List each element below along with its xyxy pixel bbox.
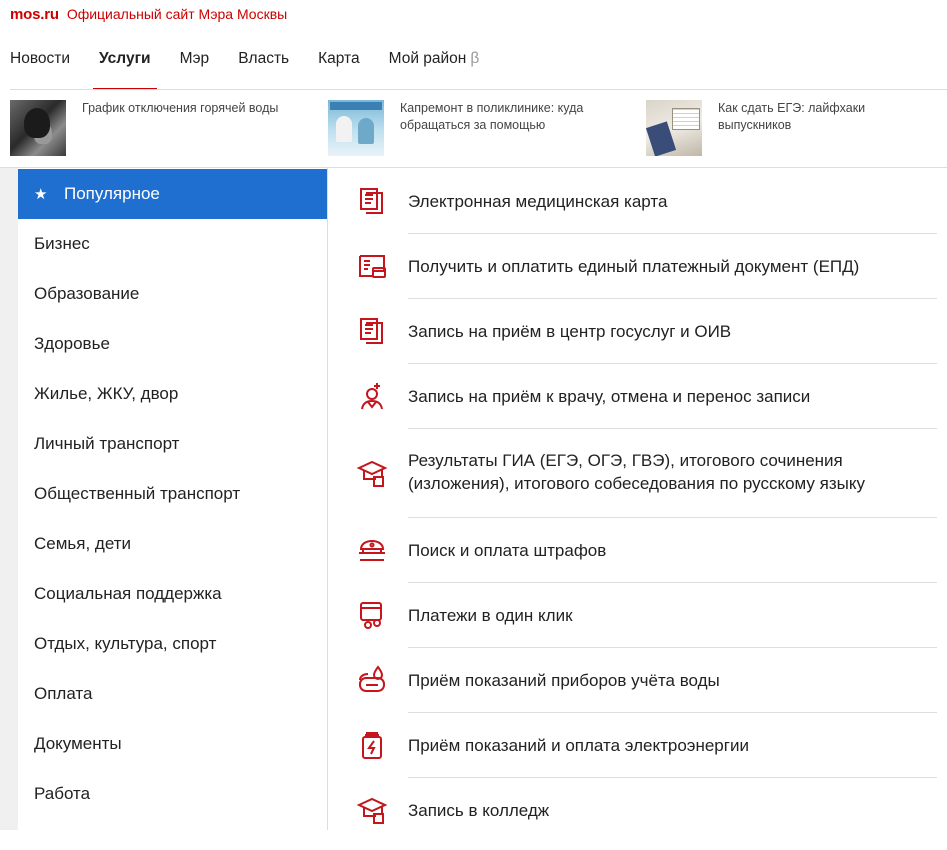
- divider: [408, 363, 937, 364]
- category-label: Жилье, ЖКУ, двор: [34, 384, 179, 403]
- beta-badge: β: [470, 50, 480, 67]
- category-documents[interactable]: Документы: [18, 719, 327, 769]
- service-item[interactable]: Поиск и оплата штрафов: [356, 534, 937, 566]
- service-label: Получить и оплатить единый платежный док…: [408, 256, 860, 276]
- divider: [408, 233, 937, 234]
- news-card[interactable]: Как сдать ЕГЭ: лайфхаки выпускников: [646, 100, 918, 156]
- category-label: Документы: [34, 734, 122, 753]
- category-public-transport[interactable]: Общественный транспорт: [18, 469, 327, 519]
- service-label: Запись в колледж: [408, 800, 550, 820]
- news-title: Капремонт в поликлинике: куда обращаться…: [400, 101, 584, 132]
- category-label: Семья, дети: [34, 534, 132, 553]
- main-nav: Новости Услуги Мэр Власть Карта Мой райо…: [10, 50, 508, 90]
- category-education[interactable]: Образование: [18, 269, 327, 319]
- divider: [408, 777, 937, 778]
- nav-authority[interactable]: Власть: [238, 50, 289, 90]
- electricity-icon: [362, 732, 382, 759]
- category-leisure[interactable]: Отдых, культура, спорт: [18, 619, 327, 669]
- category-business[interactable]: Бизнес: [18, 219, 327, 269]
- nav-label: Мой район: [388, 50, 467, 67]
- news-thumbnail: [10, 100, 66, 156]
- category-label: Оплата: [34, 684, 93, 703]
- graduation-cap-icon: [356, 460, 388, 487]
- service-item[interactable]: Приём показаний и оплата электроэнергии: [356, 729, 937, 761]
- category-label: Образование: [34, 284, 140, 303]
- nav-label: Власть: [238, 50, 290, 67]
- payment-document-icon: [359, 255, 386, 278]
- divider: [408, 428, 937, 429]
- category-label: Социальная поддержка: [34, 584, 222, 603]
- category-family[interactable]: Семья, дети: [18, 519, 327, 569]
- document-icon: [360, 318, 383, 344]
- service-item[interactable]: Результаты ГИА (ЕГЭ, ОГЭ, ГВЭ), итоговог…: [356, 449, 937, 497]
- category-health[interactable]: Здоровье: [18, 319, 327, 369]
- category-personal-transport[interactable]: Личный транспорт: [18, 419, 327, 469]
- news-card[interactable]: Капремонт в поликлинике: куда обращаться…: [328, 100, 600, 156]
- sidebar-gutter: [0, 168, 18, 830]
- category-popular[interactable]: ★ Популярное: [18, 169, 327, 219]
- category-label: Бизнес: [34, 234, 90, 253]
- police-cap-icon: [359, 539, 385, 561]
- site-logo[interactable]: mos.ru: [10, 6, 59, 23]
- news-card[interactable]: График отключения горячей воды: [10, 100, 282, 156]
- nav-my-district[interactable]: Мой район β: [389, 50, 480, 90]
- service-label: Платежи в один клик: [408, 605, 573, 625]
- nav-news[interactable]: Новости: [10, 50, 70, 90]
- document-icon: [360, 188, 383, 214]
- news-title: График отключения горячей воды: [82, 101, 279, 115]
- nav-divider: [10, 89, 947, 90]
- category-social-support[interactable]: Социальная поддержка: [18, 569, 327, 619]
- nav-label: Новости: [10, 50, 71, 67]
- category-label: Работа: [34, 784, 91, 803]
- news-thumbnail: [328, 100, 384, 156]
- service-label: Электронная медицинская карта: [408, 191, 668, 211]
- nav-map[interactable]: Карта: [318, 50, 359, 90]
- category-label: Популярное: [64, 184, 160, 203]
- service-label: Поиск и оплата штрафов: [408, 540, 607, 560]
- nav-label: Услуги: [99, 50, 151, 67]
- service-item[interactable]: Запись в колледж: [356, 794, 937, 826]
- category-payment[interactable]: Оплата: [18, 669, 327, 719]
- divider: [408, 712, 937, 713]
- service-item[interactable]: Запись на приём к врачу, отмена и перено…: [356, 380, 937, 412]
- service-label: Результаты ГИА (ЕГЭ, ОГЭ, ГВЭ), итоговог…: [408, 451, 865, 493]
- nav-label: Мэр: [179, 50, 210, 67]
- graduation-cap-icon: [356, 797, 388, 824]
- category-work[interactable]: Работа: [18, 769, 327, 819]
- site-header: mos.ru Официальный сайт Мэра Москвы: [10, 6, 287, 24]
- divider: [408, 582, 937, 583]
- category-label: Отдых, культура, спорт: [34, 634, 217, 653]
- news-title: Как сдать ЕГЭ: лайфхаки выпускников: [718, 101, 866, 132]
- nav-services[interactable]: Услуги: [93, 50, 157, 90]
- nav-label: Карта: [318, 50, 360, 67]
- news-thumbnail: [646, 100, 702, 156]
- service-label: Запись на приём к врачу, отмена и перено…: [408, 386, 811, 406]
- divider: [408, 647, 937, 648]
- service-label: Запись на приём в центр госуслуг и ОИВ: [408, 321, 732, 341]
- service-item[interactable]: Получить и оплатить единый платежный док…: [356, 250, 937, 282]
- divider: [408, 517, 937, 518]
- divider: [408, 298, 937, 299]
- star-icon: ★: [34, 186, 48, 203]
- service-label: Приём показаний и оплата электроэнергии: [408, 735, 749, 755]
- category-label: Личный транспорт: [34, 434, 180, 453]
- service-item[interactable]: Приём показаний приборов учёта воды: [356, 664, 937, 696]
- site-title[interactable]: Официальный сайт Мэра Москвы: [67, 6, 287, 22]
- nav-mayor[interactable]: Мэр: [180, 50, 210, 90]
- water-meter-icon: [359, 665, 385, 692]
- category-label: Общественный транспорт: [34, 484, 241, 503]
- category-label: Здоровье: [34, 334, 110, 353]
- one-click-payment-icon: [360, 602, 382, 629]
- service-item[interactable]: Платежи в один клик: [356, 599, 937, 631]
- category-housing[interactable]: Жилье, ЖКУ, двор: [18, 369, 327, 419]
- service-item[interactable]: Электронная медицинская карта: [356, 185, 937, 217]
- service-item[interactable]: Запись на приём в центр госуслуг и ОИВ: [356, 315, 937, 347]
- doctor-icon: [361, 383, 383, 410]
- service-label: Приём показаний приборов учёта воды: [408, 670, 720, 690]
